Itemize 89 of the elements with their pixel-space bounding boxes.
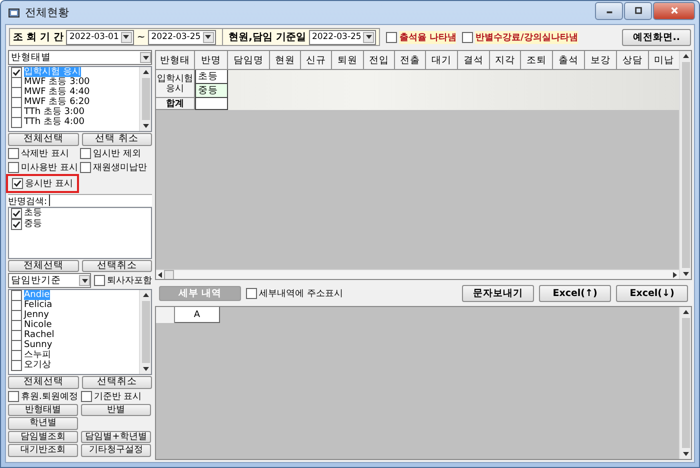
column-header[interactable]: 미납 [649,51,679,70]
list-item[interactable]: TTh 초등 4:00 [9,117,139,127]
list-item[interactable]: MWF 초등 6:20 [9,97,139,107]
column-header[interactable]: 전입 [364,51,395,70]
item-label: 오기상 [24,360,51,370]
item-label: Rachel [24,330,54,340]
date-separator: ~ [136,32,146,42]
view-button[interactable]: 대기반조회 [8,444,78,456]
item-label: TTh 초등 3:00 [24,107,84,117]
item-label: MWF 초등 4:40 [24,87,90,97]
base-date-label: 현원,담임 기준일 [228,31,306,44]
item-label: Andie [24,290,50,300]
option-label: 퇴사자포함 [107,275,152,287]
deselect-button[interactable]: 선택취소 [82,376,152,388]
item-label: MWF 초등 3:00 [24,77,90,87]
view-button[interactable]: 담임별조회 [8,430,78,443]
table-cell: 초등 [195,70,228,84]
window-title: 전체현황 [25,5,69,20]
option-label: 기준반 표시 [94,390,142,402]
column-header[interactable]: 상담 [617,51,649,70]
column-header[interactable]: 현원 [270,51,301,70]
option-label: 휴원.퇴원예정 [21,390,78,402]
option-label: 미사용반 표시 [21,162,78,174]
list-item[interactable]: 스누피 [9,350,139,360]
column-header[interactable]: 전출 [395,51,426,70]
option-label: 재원생미납만 [93,162,147,174]
column-header[interactable]: 지각 [490,51,521,70]
teacher-basis-dropdown[interactable]: 담임반기준 [8,273,91,288]
previous-screen-button[interactable]: 예전화면.. [622,28,691,46]
option-label: 세부내역에 주소표시 [259,288,343,300]
select-all-button[interactable]: 전체선택 [8,376,78,388]
item-label: 입학시험 응시 [24,67,81,77]
start-date-picker[interactable]: 2022-03-01 [66,30,134,44]
item-label: Sunny [24,340,52,350]
column-header[interactable]: 반형태 [156,51,195,70]
option-label: 임시반 제외 [93,148,141,160]
deselect-button[interactable]: 선택취소 [82,260,152,272]
list-item[interactable]: Rachel [9,330,139,340]
column-header[interactable]: 결석 [458,51,490,70]
column-header[interactable]: 조퇴 [521,51,553,70]
class-type-dropdown[interactable]: 반형태별 [8,50,152,65]
base-date-picker[interactable]: 2022-03-25 [308,30,376,44]
select-all-button[interactable]: 전체선택 [8,133,78,146]
column-header[interactable]: 보강 [585,51,617,70]
list-item[interactable]: Jenny [9,310,139,320]
option-label: 삭제반 표시 [21,148,69,160]
list-item[interactable]: 중등 [9,218,151,230]
view-button[interactable]: 담임별+학년별 [81,430,151,443]
item-label: Felicia [24,300,52,310]
action-button[interactable]: Excel(↑) [539,284,611,302]
list-item[interactable]: TTh 초등 3:00 [9,107,139,117]
item-label: TTh 초등 4:00 [24,117,84,127]
item-label: Nicole [24,320,52,330]
action-button[interactable]: Excel(↓) [616,284,688,302]
item-label: 중등 [24,219,42,229]
column-header[interactable]: 반명 [195,51,228,70]
select-all-button[interactable]: 전체선택 [8,260,78,272]
item-label: 초등 [24,208,42,218]
column-header[interactable]: 대기 [426,51,458,70]
list-item[interactable]: Sunny [9,340,139,350]
column-header[interactable]: 퇴원 [332,51,364,70]
list-item[interactable]: 오기상 [9,360,139,370]
list-item[interactable]: 초등 [9,208,151,218]
column-header[interactable]: 신규 [301,51,332,70]
end-date-picker[interactable]: 2022-03-25 [148,30,216,44]
view-button[interactable]: 반형태별 [8,404,78,416]
option-label: 출석율 나타냄 [399,30,456,44]
row-header: 합계 [156,98,195,110]
column-header[interactable]: A [175,307,220,323]
period-label: 조 회 기 간 [13,31,64,44]
list-item[interactable]: Felicia [9,300,139,310]
list-item[interactable]: MWF 초등 4:40 [9,87,139,97]
item-label: MWF 초등 6:20 [24,97,90,107]
deselect-button[interactable]: 선택 취소 [82,133,152,146]
search-label: 반명검색: [8,194,50,206]
option-label: 반별수강료/강의실나타냄 [475,30,578,44]
option-label: 응시반 표시 [25,178,73,190]
action-button[interactable]: 문자보내기 [462,284,534,302]
column-header[interactable]: 출석 [553,51,585,70]
row-header: 입학시험 응시 [156,70,195,98]
list-item[interactable]: MWF 초등 3:00 [9,77,139,87]
item-label: Jenny [24,310,49,320]
column-header[interactable]: 담임명 [228,51,270,70]
list-item[interactable]: Nicole [9,320,139,330]
view-button[interactable]: 학년별 [8,417,78,430]
view-button[interactable]: 반별 [81,404,151,416]
view-button[interactable]: 기타청구설정 [81,444,151,456]
table-cell: 중등 [195,84,228,98]
item-label: 스누피 [24,350,51,360]
